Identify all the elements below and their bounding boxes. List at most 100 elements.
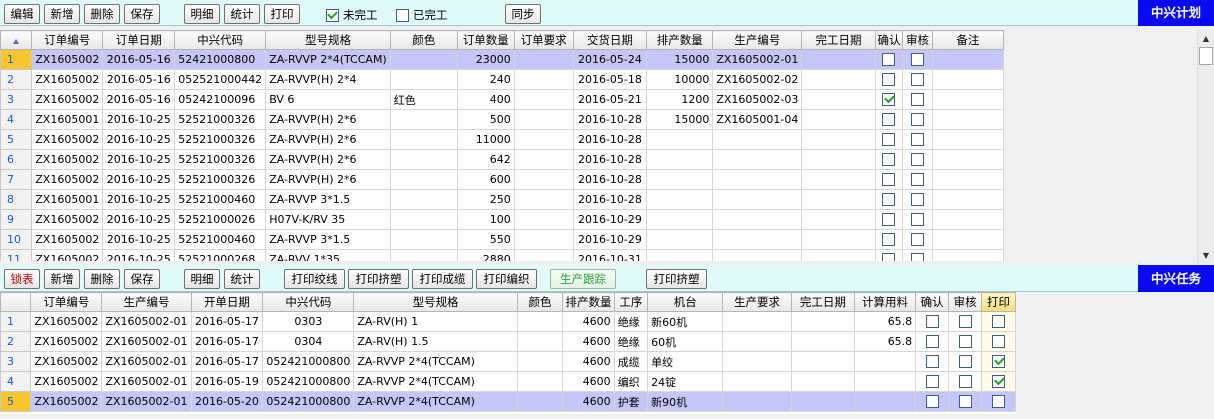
open-date-cell[interactable]: 2016-05-19 (190, 371, 264, 392)
order-qty-cell[interactable]: 100 (456, 209, 515, 230)
audit-cell[interactable] (902, 69, 933, 90)
color-cell[interactable] (389, 129, 458, 150)
row-number[interactable]: 10 (0, 229, 33, 250)
prod-no-cell[interactable]: ZX1605002-03 (712, 89, 803, 110)
order-req-cell[interactable] (513, 149, 574, 170)
spec-cell[interactable]: BV 6 (265, 89, 391, 110)
plan-row[interactable]: 9 ZX1605002 2016-10-25 52521000026 H07V-K/RV… (0, 209, 1004, 230)
order-date-cell[interactable]: 2016-10-25 (102, 189, 176, 210)
sched-qty-cell[interactable] (646, 189, 714, 210)
add-button[interactable]: 新增 (44, 269, 80, 289)
print-cabling-button[interactable]: 打印成缆 (412, 269, 473, 289)
zte-code-cell[interactable]: 52521000326 (174, 169, 267, 190)
audit-checkbox[interactable] (958, 315, 972, 329)
confirm-checkbox[interactable] (882, 53, 896, 67)
audit-cell[interactable] (902, 209, 933, 230)
plan-row[interactable]: 6 ZX1605002 2016-10-25 52521000326 ZA-RVVP(H… (0, 149, 1004, 170)
print-checkbox[interactable] (992, 395, 1006, 409)
plan-row[interactable]: 5 ZX1605002 2016-10-25 52521000326 ZA-RVVP(H… (0, 129, 1004, 150)
color-cell[interactable] (389, 169, 458, 190)
open-date-cell[interactable]: 2016-05-17 (190, 311, 264, 332)
spec-cell[interactable]: ZA-RVVP 2*4(TCCAM) (353, 351, 518, 372)
row-number[interactable]: 7 (0, 169, 33, 190)
confirm-cell[interactable] (915, 351, 950, 372)
order-no-cell[interactable]: ZX1605002 (31, 169, 104, 190)
row-number[interactable]: 5 (0, 129, 33, 150)
print-cell[interactable] (981, 391, 1016, 412)
order-req-cell[interactable] (513, 109, 574, 130)
sched-qty-cell[interactable] (646, 149, 714, 170)
plan-row[interactable]: 7 ZX1605002 2016-10-25 52521000326 ZA-RVVP(H… (0, 169, 1004, 190)
audit-checkbox[interactable] (958, 375, 972, 389)
col-header-confirm[interactable]: 确认 (915, 292, 950, 312)
confirm-checkbox[interactable] (882, 113, 896, 127)
print-cell[interactable] (981, 371, 1016, 392)
prod-no-cell[interactable]: ZX1605001-04 (712, 109, 803, 130)
col-header-sched-qty[interactable]: 排产数量 (646, 30, 714, 50)
save-button[interactable]: 保存 (124, 4, 160, 24)
color-cell[interactable] (389, 109, 458, 130)
material-cell[interactable]: 65.8 (853, 331, 917, 352)
color-cell[interactable]: 红色 (389, 89, 458, 110)
audit-cell[interactable] (948, 331, 983, 352)
order-no-cell[interactable]: ZX1605001 (31, 189, 104, 210)
delivery-date-cell[interactable]: 2016-10-29 (572, 209, 648, 230)
prod-no-cell[interactable] (712, 229, 803, 250)
sync-button[interactable]: 同步 (505, 4, 541, 24)
finish-date-cell[interactable] (801, 249, 876, 261)
col-header-finish-date[interactable]: 完工日期 (790, 292, 855, 312)
row-number[interactable]: 8 (0, 189, 33, 210)
order-req-cell[interactable] (513, 229, 574, 250)
audit-cell[interactable] (902, 229, 933, 250)
process-cell[interactable]: 成缆 (613, 351, 649, 372)
confirm-checkbox[interactable] (882, 213, 896, 227)
audit-cell[interactable] (948, 371, 983, 392)
col-header-spec[interactable]: 型号规格 (353, 292, 518, 312)
confirm-checkbox[interactable] (925, 375, 939, 389)
note-cell[interactable] (931, 49, 1004, 70)
col-header-prod-no[interactable]: 生产编号 (101, 292, 192, 312)
col-header-sched-qty[interactable]: 排产数量 (562, 292, 615, 312)
order-req-cell[interactable] (513, 129, 574, 150)
row-number[interactable]: 1 (0, 49, 33, 70)
plan-row[interactable]: 2 ZX1605002 2016-05-16 052521000442 ZA-RVVP(… (0, 69, 1004, 90)
row-number[interactable]: 2 (0, 331, 32, 352)
col-header-material[interactable]: 计算用料 (853, 292, 917, 312)
order-date-cell[interactable]: 2016-10-25 (102, 109, 176, 130)
col-header-finish-date[interactable]: 完工日期 (801, 30, 876, 50)
prod-no-cell[interactable]: ZX1605002-02 (712, 69, 803, 90)
finish-date-cell[interactable] (801, 189, 876, 210)
zte-code-cell[interactable]: 0303 (262, 311, 355, 332)
sched-qty-cell[interactable]: 10000 (646, 69, 714, 90)
col-header-prod-no[interactable]: 生产编号 (712, 30, 803, 50)
print-stranding-button[interactable]: 打印绞线 (284, 269, 345, 289)
spec-cell[interactable]: ZA-RVVP 3*1.5 (265, 229, 391, 250)
finish-date-cell[interactable] (790, 311, 855, 332)
sched-qty-cell[interactable]: 4600 (562, 331, 615, 352)
spec-cell[interactable]: ZA-RVVP(H) 2*6 (265, 109, 391, 130)
lock-table-button[interactable]: 锁表 (4, 269, 40, 289)
plan-vertical-scrollbar[interactable]: ▲ ▼ (1197, 30, 1214, 263)
delivery-date-cell[interactable]: 2016-10-28 (572, 149, 648, 170)
prod-no-cell[interactable]: ZX1605002-01 (101, 391, 192, 412)
color-cell[interactable] (389, 229, 458, 250)
color-cell[interactable] (389, 209, 458, 230)
confirm-checkbox[interactable] (882, 173, 896, 187)
order-no-cell[interactable]: ZX1605002 (30, 391, 103, 412)
col-header-order-req[interactable]: 订单要求 (513, 30, 574, 50)
order-no-cell[interactable]: ZX1605002 (31, 249, 104, 261)
sched-qty-cell[interactable] (646, 169, 714, 190)
delivery-date-cell[interactable]: 2016-10-28 (572, 109, 648, 130)
col-header-order-no[interactable]: 订单编号 (30, 292, 103, 312)
open-date-cell[interactable]: 2016-05-20 (190, 391, 264, 412)
delivery-date-cell[interactable]: 2016-10-29 (572, 229, 648, 250)
print-button[interactable]: 打印 (264, 4, 300, 24)
task-row[interactable]: 3 ZX1605002 ZX1605002-01 2016-05-17 05242100… (0, 351, 1016, 372)
row-number[interactable]: 9 (0, 209, 33, 230)
spec-cell[interactable]: ZA-RVVP(H) 2*4 (265, 69, 391, 90)
prod-no-cell[interactable] (712, 169, 803, 190)
audit-cell[interactable] (902, 149, 933, 170)
note-cell[interactable] (931, 69, 1004, 90)
order-no-cell[interactable]: ZX1605002 (31, 129, 104, 150)
detail-button[interactable]: 明细 (184, 269, 220, 289)
